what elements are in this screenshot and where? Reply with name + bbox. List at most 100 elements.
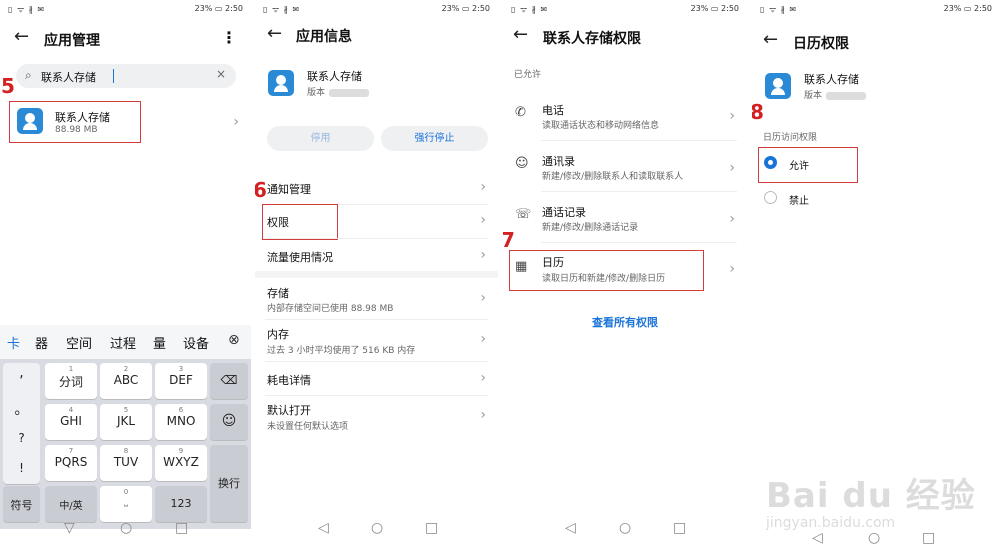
nav-back-icon[interactable]: ▽ — [64, 520, 75, 536]
section-gap — [255, 271, 498, 278]
view-all-permissions-link[interactable]: 查看所有权限 — [503, 314, 747, 330]
chevron-right-icon: › — [480, 290, 486, 306]
nav-home-icon[interactable]: ○ — [120, 520, 132, 536]
candidate-word[interactable]: 过程 — [110, 333, 136, 352]
punctuation-column: , 。 ? ! — [3, 363, 40, 484]
back-arrow-icon[interactable]: ← — [513, 26, 528, 44]
nav-recents-icon[interactable]: □ — [425, 520, 438, 536]
step-number: 7 — [503, 228, 515, 252]
key-9[interactable]: 9 WXYZ — [155, 445, 207, 481]
step-number: 5 — [1, 74, 15, 98]
collapse-candidates-icon[interactable]: ⊗ — [228, 332, 240, 348]
highlight-box — [509, 250, 704, 291]
highlight-box — [758, 147, 858, 183]
disable-button[interactable]: 停用 — [267, 126, 374, 151]
menu-item-memory[interactable]: 内存 — [267, 326, 289, 342]
more-options-icon[interactable]: ⋮ — [221, 28, 237, 47]
candidate-word[interactable]: 空间 — [66, 333, 92, 352]
key-1[interactable]: 1 分词 — [45, 363, 97, 399]
menu-item-open-by-default[interactable]: 默认打开 — [267, 402, 311, 418]
key-number: 9 — [178, 447, 184, 455]
search-input[interactable]: 联系人存储 — [41, 69, 96, 85]
candidate-word[interactable]: 卡 — [7, 333, 20, 352]
enter-key[interactable]: 换行 — [210, 445, 248, 522]
back-arrow-icon[interactable]: ← — [763, 31, 778, 49]
baidu-watermark-logo: Bai du 经验 — [766, 476, 976, 516]
key-comma[interactable]: , — [3, 365, 40, 381]
page-title: 应用管理 — [44, 33, 100, 49]
divider — [541, 140, 737, 141]
nav-home-icon[interactable]: ○ — [619, 520, 631, 536]
nav-home-icon[interactable]: ○ — [371, 520, 383, 536]
key-label: 分词 — [58, 375, 83, 389]
watermark-url: jingyan.baidu.com — [766, 515, 896, 531]
symbol-key[interactable]: 符号 — [3, 486, 40, 522]
key-number: 5 — [123, 406, 129, 414]
nav-recents-icon[interactable]: □ — [175, 520, 188, 536]
language-switch-key[interactable]: 中/英 — [45, 486, 97, 522]
permission-contacts-desc: 新建/修改/删除联系人和读取联系人 — [542, 172, 684, 182]
contacts-storage-icon — [765, 73, 791, 99]
menu-item-notifications[interactable]: 通知管理 — [267, 181, 311, 197]
chevron-right-icon: › — [480, 212, 486, 228]
key-4[interactable]: 4 GHI — [45, 404, 97, 440]
highlight-box — [9, 101, 141, 143]
chevron-right-icon: › — [480, 331, 486, 347]
key-period[interactable]: 。 — [3, 399, 40, 419]
page-title: 联系人存储权限 — [543, 31, 641, 47]
option-deny[interactable]: 禁止 — [789, 192, 809, 207]
space-key[interactable]: 0 ⎵ — [100, 486, 152, 522]
open-by-default-subtitle: 未设置任何默认选项 — [267, 422, 349, 432]
menu-item-data-usage[interactable]: 流量使用情况 — [267, 249, 333, 265]
language-label: 中/英 — [59, 501, 83, 512]
candidate-word[interactable]: 器 — [35, 333, 48, 352]
search-bar[interactable]: ⌕ 联系人存储 × — [16, 64, 236, 88]
key-8[interactable]: 8 TUV — [100, 445, 152, 481]
menu-item-battery[interactable]: 耗电详情 — [267, 372, 311, 388]
radio-deny[interactable] — [764, 191, 777, 204]
search-icon: ⌕ — [25, 68, 32, 82]
key-question[interactable]: ? — [3, 431, 40, 445]
nav-recents-icon[interactable]: □ — [922, 530, 935, 546]
divider — [265, 361, 488, 362]
menu-item-storage[interactable]: 存储 — [267, 285, 289, 301]
candidate-word[interactable]: 量 — [153, 333, 166, 352]
key-6[interactable]: 6 MNO — [155, 404, 207, 440]
panel-app-management: ▯ ᯤ ∦ ✉ 23% ▭ 2:50 ← 应用管理 ⋮ 5 ⌕ 联系人存储 × … — [0, 0, 251, 558]
key-5[interactable]: 5 JKL — [100, 404, 152, 440]
chevron-right-icon: › — [480, 179, 486, 195]
key-7[interactable]: 7 PQRS — [45, 445, 97, 481]
key-exclaim[interactable]: ! — [3, 461, 40, 475]
clear-icon[interactable]: × — [216, 67, 226, 81]
enter-label: 换行 — [218, 477, 240, 490]
contacts-storage-icon — [268, 70, 294, 96]
backspace-key[interactable]: ⌫ — [210, 363, 248, 399]
key-label: ABC — [113, 373, 139, 387]
nav-back-icon[interactable]: ◁ — [812, 530, 823, 546]
key-2[interactable]: 2 ABC — [100, 363, 152, 399]
permission-call-log[interactable]: 通话记录 — [542, 204, 586, 220]
key-number: 7 — [68, 447, 74, 455]
permission-contacts[interactable]: 通讯录 — [542, 153, 575, 169]
chevron-right-icon: › — [480, 247, 486, 263]
back-arrow-icon[interactable]: ← — [267, 25, 282, 43]
candidate-word[interactable]: 设备 — [183, 333, 209, 352]
status-battery-time: 23% ▭ 2:50 — [943, 4, 992, 13]
key-3[interactable]: 3 DEF — [155, 363, 207, 399]
version-label: 版本 — [804, 91, 823, 101]
permission-phone[interactable]: 电话 — [542, 102, 564, 118]
nav-home-icon[interactable]: ○ — [868, 530, 880, 546]
key-label: DEF — [169, 373, 193, 387]
permission-phone-desc: 读取通话状态和移动网络信息 — [542, 121, 660, 131]
nav-back-icon[interactable]: ◁ — [318, 520, 329, 536]
number-switch-key[interactable]: 123 — [155, 486, 207, 522]
permission-call-log-desc: 新建/修改/删除通话记录 — [542, 223, 639, 233]
back-arrow-icon[interactable]: ← — [14, 28, 29, 46]
panel-app-info: ▯ ᯤ ∦ ✉ 23% ▭ 2:50 ← 应用信息 联系人存储 版本 停用 强行… — [255, 0, 498, 558]
emoji-key[interactable]: ☺ — [210, 404, 248, 440]
nav-back-icon[interactable]: ◁ — [565, 520, 576, 536]
key-number: 4 — [68, 406, 74, 414]
key-label: GHI — [60, 414, 82, 428]
nav-recents-icon[interactable]: □ — [673, 520, 686, 536]
force-stop-button[interactable]: 强行停止 — [381, 126, 488, 151]
